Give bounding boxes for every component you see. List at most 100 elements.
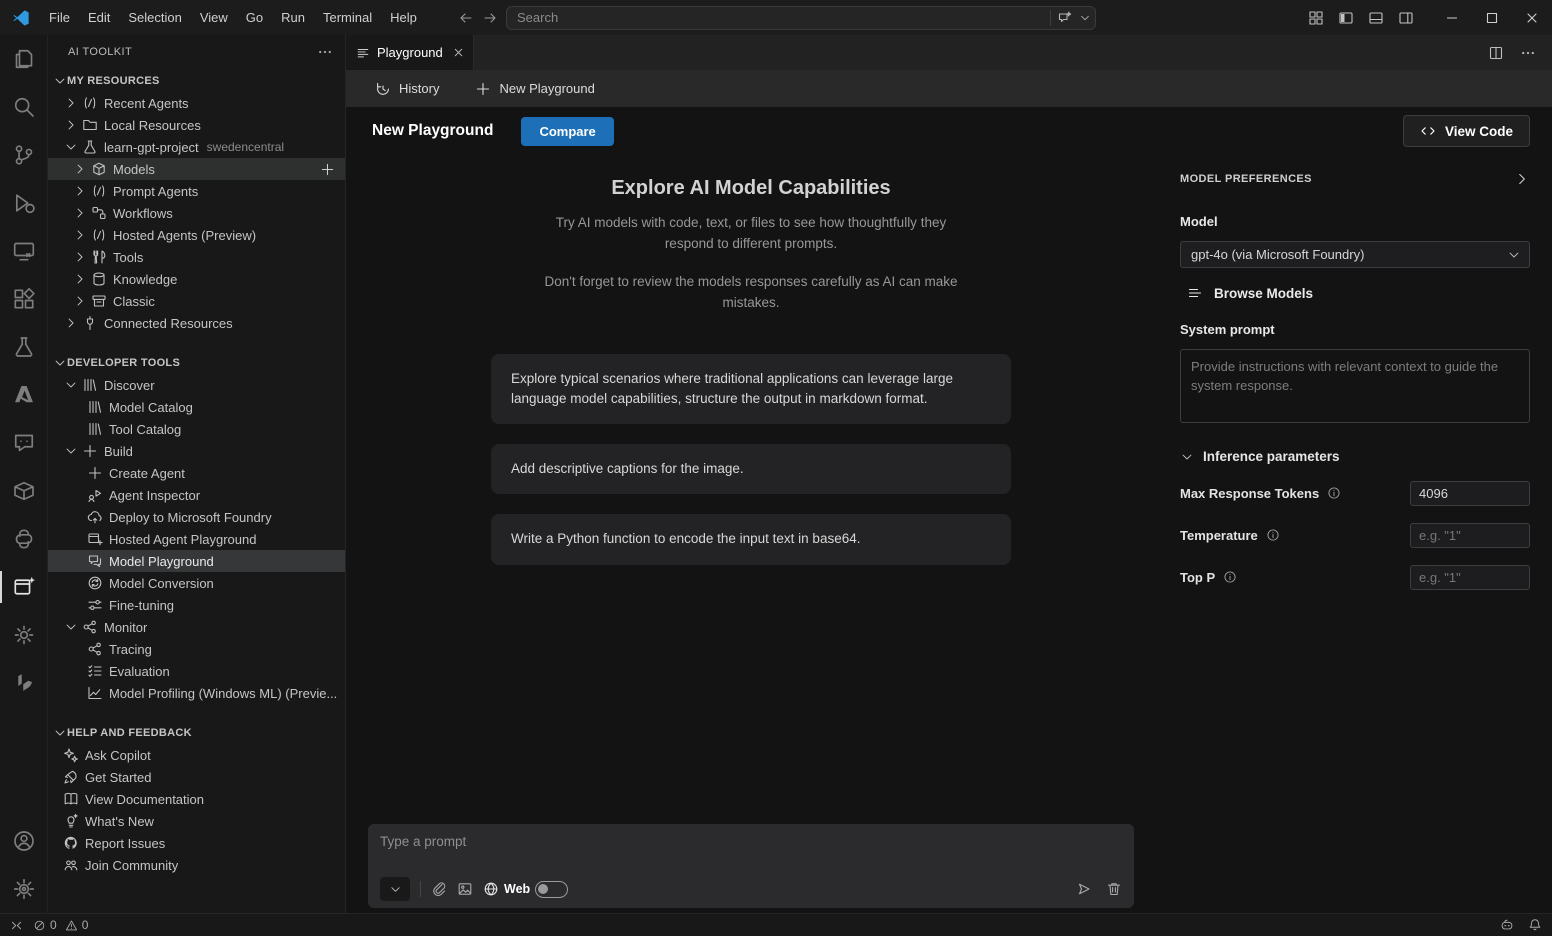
activity-source-control[interactable] (0, 131, 47, 179)
sidebar-item-hosted-agents-preview[interactable]: Hosted Agents (Preview) (48, 224, 345, 246)
activity-extensions[interactable] (0, 275, 47, 323)
forward-button[interactable] (482, 10, 498, 26)
new-playground-button[interactable]: New Playground (475, 81, 594, 97)
copilot-icon[interactable] (1057, 10, 1073, 26)
sidebar-item-model-profiling-windows-ml-previe[interactable]: Model Profiling (Windows ML) (Previe... (48, 682, 345, 704)
sidebar-item-connected-resources[interactable]: Connected Resources (48, 312, 345, 334)
sidebar-item-get-started[interactable]: Get Started (48, 766, 345, 788)
sidebar-item-recent-agents[interactable]: Recent Agents (48, 92, 345, 114)
close-button[interactable] (1512, 0, 1552, 35)
sidebar-item-knowledge[interactable]: Knowledge (48, 268, 345, 290)
close-tab-icon[interactable] (452, 46, 465, 59)
view-code-button[interactable]: View Code (1403, 115, 1530, 147)
toggle-panel-icon[interactable] (1368, 10, 1384, 26)
toggle-secondary-sidebar-icon[interactable] (1398, 10, 1414, 26)
collapse-panel-icon[interactable] (1514, 171, 1530, 187)
web-toggle[interactable] (535, 881, 568, 898)
sidebar-item-workflows[interactable]: Workflows (48, 202, 345, 224)
sidebar-item-classic[interactable]: Classic (48, 290, 345, 312)
menu-edit[interactable]: Edit (79, 0, 119, 35)
sidebar-item-prompt-agents[interactable]: Prompt Agents (48, 180, 345, 202)
copilot-status-icon[interactable] (1500, 918, 1514, 932)
menu-run[interactable]: Run (272, 0, 314, 35)
sidebar-item-model-conversion[interactable]: Model Conversion (48, 572, 345, 594)
activity-accounts[interactable] (0, 817, 47, 865)
sidebar-item-tracing[interactable]: Tracing (48, 638, 345, 660)
sidebar-item-evaluation[interactable]: Evaluation (48, 660, 345, 682)
send-icon[interactable] (1076, 881, 1092, 897)
sidebar-item-tool-catalog[interactable]: Tool Catalog (48, 418, 345, 440)
maximize-button[interactable] (1472, 0, 1512, 35)
history-button[interactable]: History (375, 81, 439, 97)
sidebar-item-learn-gpt-project[interactable]: learn-gpt-projectswedencentral (48, 136, 345, 158)
activity-remote-explorer[interactable] (0, 227, 47, 275)
activity-settings[interactable] (0, 865, 47, 913)
top-p-input[interactable] (1410, 565, 1530, 590)
sidebar-item-tools[interactable]: Tools (48, 246, 345, 268)
activity-ai-toolkit[interactable] (0, 563, 47, 611)
sidebar-item-models[interactable]: Models (48, 158, 345, 180)
activity-containers[interactable] (0, 467, 47, 515)
attach-file-icon[interactable] (431, 881, 447, 897)
editor-more-actions-icon[interactable] (1520, 45, 1536, 61)
split-editor-icon[interactable] (1488, 45, 1504, 61)
sidebar-item-build[interactable]: Build (48, 440, 345, 462)
menu-terminal[interactable]: Terminal (314, 0, 381, 35)
tab-playground[interactable]: Playground (346, 35, 474, 70)
sidebar-item-what-s-new[interactable]: What's New (48, 810, 345, 832)
section-developer-tools[interactable]: DEVELOPER TOOLS (48, 352, 345, 374)
sidebar-item-model-catalog[interactable]: Model Catalog (48, 396, 345, 418)
inference-parameters-header[interactable]: Inference parameters (1180, 449, 1530, 464)
temperature-input[interactable] (1410, 523, 1530, 548)
menu-file[interactable]: File (40, 0, 79, 35)
remote-indicator[interactable] (10, 919, 23, 932)
more-actions-icon[interactable] (317, 44, 333, 60)
add-models-button[interactable] (320, 162, 335, 177)
notifications-bell-icon[interactable] (1528, 918, 1542, 932)
sidebar-item-view-documentation[interactable]: View Documentation (48, 788, 345, 810)
sidebar-item-fine-tuning[interactable]: Fine-tuning (48, 594, 345, 616)
system-prompt-input[interactable] (1180, 349, 1530, 423)
attach-image-icon[interactable] (457, 881, 473, 897)
menu-view[interactable]: View (191, 0, 237, 35)
compare-button[interactable]: Compare (521, 117, 613, 146)
section-help-and-feedback[interactable]: HELP AND FEEDBACK (48, 722, 345, 744)
section-my-resources[interactable]: MY RESOURCES (48, 70, 345, 92)
clear-chat-icon[interactable] (1106, 881, 1122, 897)
activity-testing[interactable] (0, 323, 47, 371)
sidebar-item-hosted-agent-playground[interactable]: Hosted Agent Playground (48, 528, 345, 550)
menu-go[interactable]: Go (237, 0, 272, 35)
command-center-search[interactable] (506, 6, 1096, 30)
suggestion-card-3[interactable]: Write a Python function to encode the in… (491, 514, 1011, 564)
browse-models-button[interactable]: Browse Models (1180, 285, 1530, 301)
suggestion-card-1[interactable]: Explore typical scenarios where traditio… (491, 354, 1011, 425)
activity-run-debug[interactable] (0, 179, 47, 227)
menu-selection[interactable]: Selection (119, 0, 190, 35)
menu-help[interactable]: Help (381, 0, 426, 35)
sidebar-item-report-issues[interactable]: Report Issues (48, 832, 345, 854)
back-button[interactable] (458, 10, 474, 26)
activity-python[interactable] (0, 515, 47, 563)
activity-ai-foundry[interactable] (0, 659, 47, 707)
sidebar-item-monitor[interactable]: Monitor (48, 616, 345, 638)
activity-search[interactable] (0, 83, 47, 131)
sidebar-item-join-community[interactable]: Join Community (48, 854, 345, 876)
toggle-sidebar-icon[interactable] (1338, 10, 1354, 26)
sidebar-item-model-playground[interactable]: Model Playground (48, 550, 345, 572)
problems-indicator[interactable]: 0 0 (33, 918, 88, 932)
chevron-down-icon[interactable] (1079, 12, 1091, 24)
max-response-tokens-input[interactable] (1410, 481, 1530, 506)
sidebar-item-agent-inspector[interactable]: Agent Inspector (48, 484, 345, 506)
sidebar-item-discover[interactable]: Discover (48, 374, 345, 396)
activity-azure[interactable] (0, 371, 47, 419)
prompt-mode-dropdown[interactable] (380, 877, 410, 901)
search-input[interactable] (517, 10, 1044, 25)
prompt-input[interactable] (380, 834, 1122, 877)
sidebar-item-ask-copilot[interactable]: Ask Copilot (48, 744, 345, 766)
sidebar-item-deploy-to-microsoft-foundry[interactable]: Deploy to Microsoft Foundry (48, 506, 345, 528)
sidebar-item-local-resources[interactable]: Local Resources (48, 114, 345, 136)
customize-layout-icon[interactable] (1308, 10, 1324, 26)
activity-semantic-kernel[interactable] (0, 611, 47, 659)
model-select[interactable]: gpt-4o (via Microsoft Foundry) (1180, 241, 1530, 268)
activity-copilot-chat[interactable] (0, 419, 47, 467)
